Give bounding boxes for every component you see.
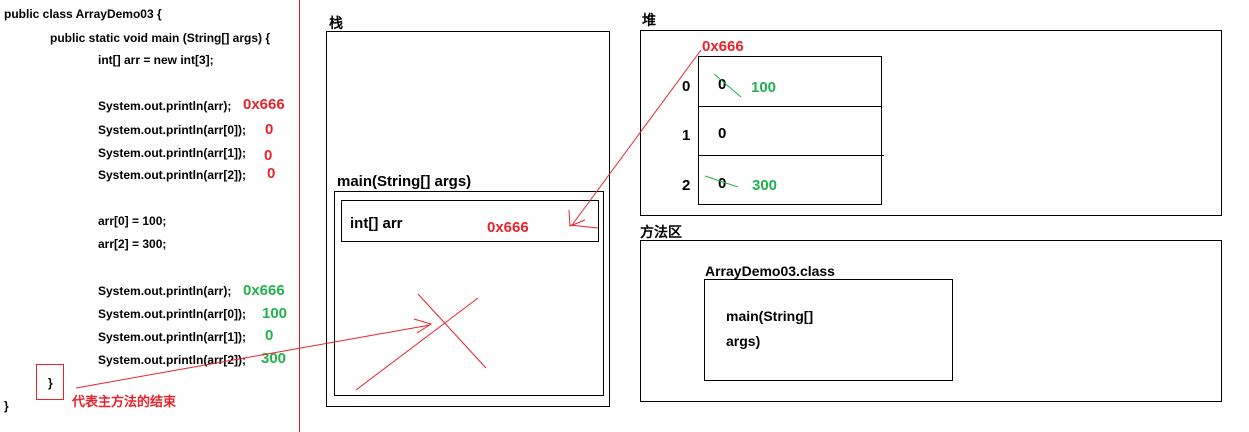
end-arrow xyxy=(75,324,431,389)
frame-removed-cross xyxy=(417,293,487,369)
reference-arrow xyxy=(571,49,702,226)
frame-removed-cross xyxy=(355,297,479,391)
reference-tick xyxy=(569,224,599,229)
strike-old-value xyxy=(713,73,742,98)
annotation-overlay xyxy=(75,49,742,391)
strike-old-value xyxy=(704,175,739,188)
